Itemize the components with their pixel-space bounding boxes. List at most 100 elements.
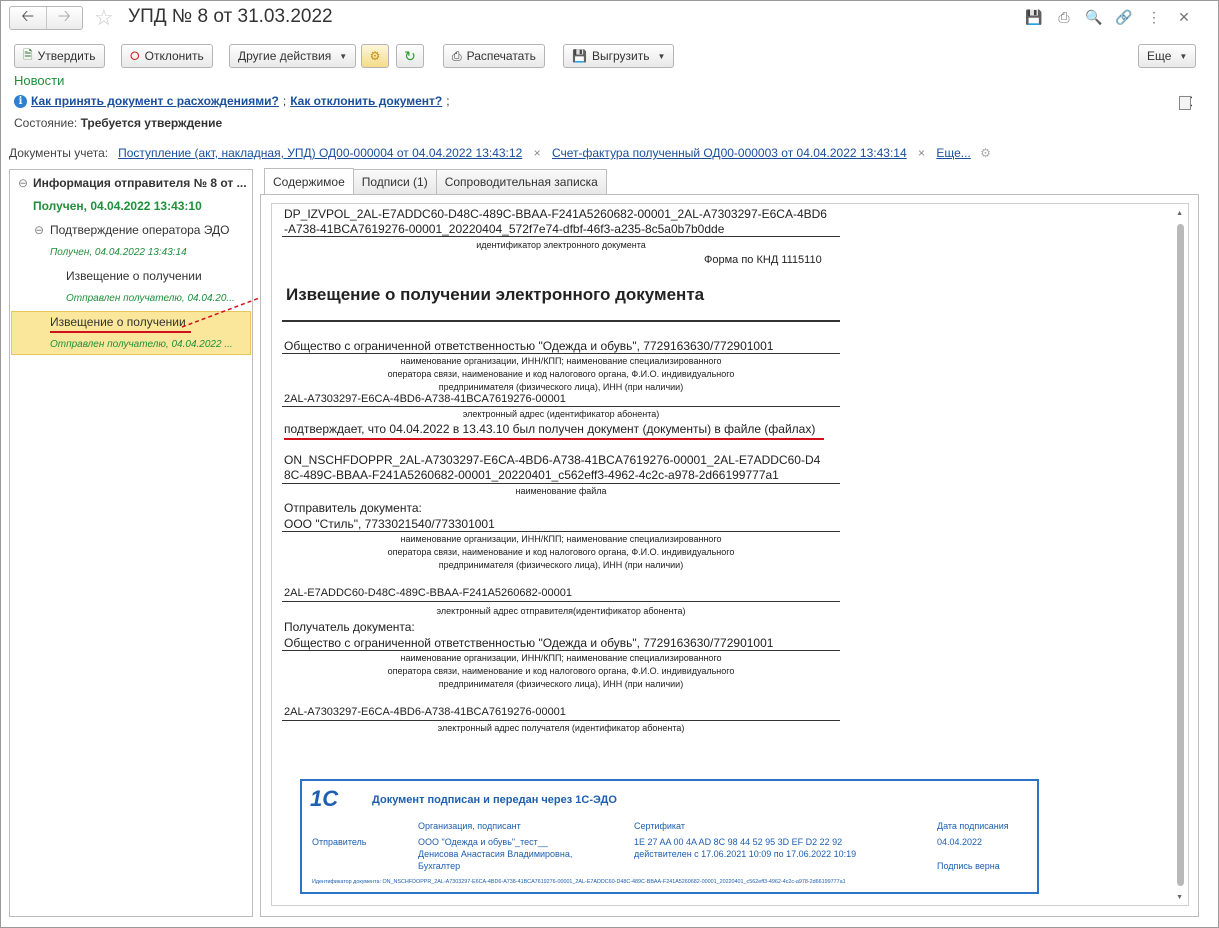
tree-item-operator-status: Получен, 04.04.2022 13:43:14 bbox=[50, 247, 187, 258]
other-actions-label: Другие действия bbox=[238, 49, 332, 63]
print-label: Распечатать bbox=[466, 49, 536, 63]
help-end: ; bbox=[446, 94, 450, 108]
scroll-down-icon[interactable]: ▼ bbox=[1176, 894, 1183, 901]
org-caption-2: оператора связи, наименование и код нало… bbox=[387, 369, 735, 379]
rule bbox=[282, 353, 840, 354]
reject-label: Отклонить bbox=[144, 49, 204, 63]
approve-button[interactable]: 🗎 Утвердить bbox=[14, 44, 105, 68]
save-icon[interactable]: 💾 bbox=[1019, 9, 1049, 26]
accounting-doc-receipt-link[interactable]: Поступление (акт, накладная, УПД) ОД00-0… bbox=[118, 146, 522, 160]
link-icon[interactable]: 🔗 bbox=[1109, 9, 1139, 26]
title-icons: 💾 ⎙ 🔍 🔗 ⋮ ✕ bbox=[1019, 9, 1199, 26]
vertical-scrollbar[interactable] bbox=[1177, 224, 1184, 886]
tree-item-operator-confirmation[interactable]: Подтверждение оператора ЭДО bbox=[50, 223, 230, 237]
help-link-reject[interactable]: Как отклонить документ? bbox=[290, 94, 442, 108]
close-icon[interactable]: ✕ bbox=[1169, 9, 1199, 26]
sender-caption-3: предпринимателя (физического лица), ИНН … bbox=[438, 560, 684, 570]
export-button[interactable]: 💾 Выгрузить ▼ bbox=[563, 44, 675, 68]
document-tree: ⊖ Информация отправителя № 8 от ... Полу… bbox=[9, 169, 253, 917]
more-vertical-icon[interactable]: ⋮ bbox=[1139, 9, 1169, 26]
help-separator: ; bbox=[282, 94, 287, 108]
scroll-up-icon[interactable]: ▲ bbox=[1176, 210, 1183, 217]
stamp-col-cert: Сертификат bbox=[634, 821, 685, 831]
settings-gear-icon[interactable]: ⚙ bbox=[980, 146, 991, 160]
rule bbox=[282, 236, 840, 237]
stamp-cert-line2: действителен с 17.06.2021 10:09 по 17.06… bbox=[634, 849, 857, 859]
remove-doc1-icon[interactable]: × bbox=[534, 146, 541, 160]
rule bbox=[282, 720, 840, 721]
preview-icon[interactable]: 🔍 bbox=[1079, 9, 1109, 26]
reject-icon: ⭘ bbox=[130, 48, 140, 63]
stamp-role: Отправитель bbox=[312, 837, 367, 847]
remove-doc2-icon[interactable]: × bbox=[918, 146, 925, 160]
stamp-org-line2: Денисова Анастасия Владимировна, bbox=[418, 849, 573, 859]
back-arrow-icon[interactable]: 🡠 bbox=[10, 7, 46, 29]
note-icon[interactable] bbox=[1178, 95, 1191, 110]
recipient-address-caption: электронный адрес получателя (идентифика… bbox=[437, 723, 685, 733]
refresh-icon: ↻ bbox=[404, 47, 416, 64]
tab-content[interactable]: Содержимое bbox=[264, 168, 354, 195]
accounting-docs-more-link[interactable]: Еще... bbox=[936, 146, 970, 160]
info-icon: i bbox=[14, 94, 27, 108]
export-label: Выгрузить bbox=[591, 49, 650, 63]
recipient-caption-2: оператора связи, наименование и код нало… bbox=[387, 666, 735, 676]
chevron-down-icon: ▼ bbox=[657, 51, 666, 61]
rule bbox=[282, 483, 840, 484]
org-address-caption: электронный адрес (идентификатор абонент… bbox=[462, 409, 660, 419]
favorite-star-icon[interactable]: ☆ bbox=[94, 5, 114, 31]
stamp-col-date: Дата подписания bbox=[937, 821, 1009, 831]
doc-id-line1: DP_IZVPOL_2AL-E7ADDC60-D48C-489C-BBAA-F2… bbox=[284, 207, 827, 221]
forward-arrow-icon[interactable]: 🡢 bbox=[45, 7, 83, 29]
tree-item-receipt-notice-2[interactable]: Извещение о получении bbox=[50, 315, 186, 329]
print-button[interactable]: ⎙ Распечатать bbox=[443, 44, 545, 68]
file-name-caption: наименование файла bbox=[515, 486, 607, 496]
org-caption-1: наименование организации, ИНН/КПП; наиме… bbox=[400, 356, 722, 366]
approve-label: Утвердить bbox=[37, 49, 96, 63]
document-status: Состояние: Требуется утверждение bbox=[14, 116, 222, 130]
annotation-underline-confirm bbox=[284, 438, 824, 440]
status-value: Требуется утверждение bbox=[80, 116, 223, 130]
tree-item-receipt-notice-2-status: Отправлен получателю, 04.04.2022 ... bbox=[50, 339, 233, 350]
recipient-caption-1: наименование организации, ИНН/КПП; наиме… bbox=[400, 653, 722, 663]
chevron-down-icon: ▼ bbox=[1179, 51, 1188, 61]
document-body: DP_IZVPOL_2AL-E7ADDC60-D48C-489C-BBAA-F2… bbox=[272, 204, 1172, 905]
print-icon[interactable]: ⎙ bbox=[1049, 9, 1079, 26]
title-bar: 🡠 🡢 ☆ УПД № 8 от 31.03.2022 💾 ⎙ 🔍 🔗 ⋮ ✕ bbox=[0, 0, 1217, 38]
help-link-accept[interactable]: Как принять документ с расхождениями? bbox=[31, 94, 279, 108]
stamp-org-line1: ООО "Одежда и обувь"_тест__ bbox=[418, 837, 548, 847]
status-label: Состояние: bbox=[14, 116, 78, 130]
collapse-node-icon[interactable]: ⊖ bbox=[34, 223, 44, 237]
stamp-signature-valid: Подпись верна bbox=[937, 861, 1000, 871]
stamp-cert-line1: 1E 27 AA 00 4A AD 8C 98 44 52 95 3D EF D… bbox=[634, 837, 843, 847]
recipient-name: Общество с ограниченной ответственностью… bbox=[284, 636, 774, 650]
accounting-documents: Документы учета: Поступление (акт, накла… bbox=[9, 146, 991, 160]
reject-button[interactable]: ⭘ Отклонить bbox=[121, 44, 213, 68]
tab-signatures[interactable]: Подписи (1) bbox=[352, 169, 437, 194]
other-actions-button[interactable]: Другие действия ▼ bbox=[229, 44, 357, 68]
rule bbox=[282, 406, 840, 407]
chevron-down-icon: ▼ bbox=[339, 51, 348, 61]
doc-id-caption: идентификатор электронного документа bbox=[476, 240, 646, 250]
refresh-button[interactable]: ↻ bbox=[396, 44, 424, 68]
disk-icon: 💾 bbox=[572, 49, 587, 63]
more-button[interactable]: Еще ▼ bbox=[1138, 44, 1197, 68]
structure-button[interactable]: ⚙ bbox=[361, 44, 389, 68]
tree-root-item[interactable]: Информация отправителя № 8 от ... bbox=[33, 176, 247, 190]
collapse-root-icon[interactable]: ⊖ bbox=[18, 176, 28, 190]
nav-buttons: 🡠 🡢 bbox=[9, 6, 83, 30]
news-link[interactable]: Новости bbox=[14, 73, 64, 88]
annotation-underline bbox=[50, 331, 191, 333]
accounting-doc-invoice-link[interactable]: Счет-фактура полученный ОД00-000003 от 0… bbox=[552, 146, 907, 160]
recipient-label: Получатель документа: bbox=[284, 620, 415, 634]
more-label: Еще bbox=[1147, 49, 1172, 63]
doc-heading: Извещение о получении электронного докум… bbox=[286, 285, 705, 304]
tab-cover-note[interactable]: Сопроводительная записка bbox=[435, 169, 607, 194]
file-name-line2: 8C-489C-BBAA-F241A5260682-00001_20220401… bbox=[284, 468, 779, 482]
rule bbox=[282, 531, 840, 532]
rule bbox=[282, 601, 840, 602]
printer-icon: ⎙ bbox=[452, 48, 462, 63]
edo-signature-stamp: 1С Документ подписан и передан через 1С-… bbox=[300, 779, 1039, 894]
accounting-docs-label: Документы учета: bbox=[9, 146, 109, 160]
tree-item-receipt-notice-1[interactable]: Извещение о получении bbox=[66, 269, 202, 283]
sender-caption-2: оператора связи, наименование и код нало… bbox=[387, 547, 735, 557]
